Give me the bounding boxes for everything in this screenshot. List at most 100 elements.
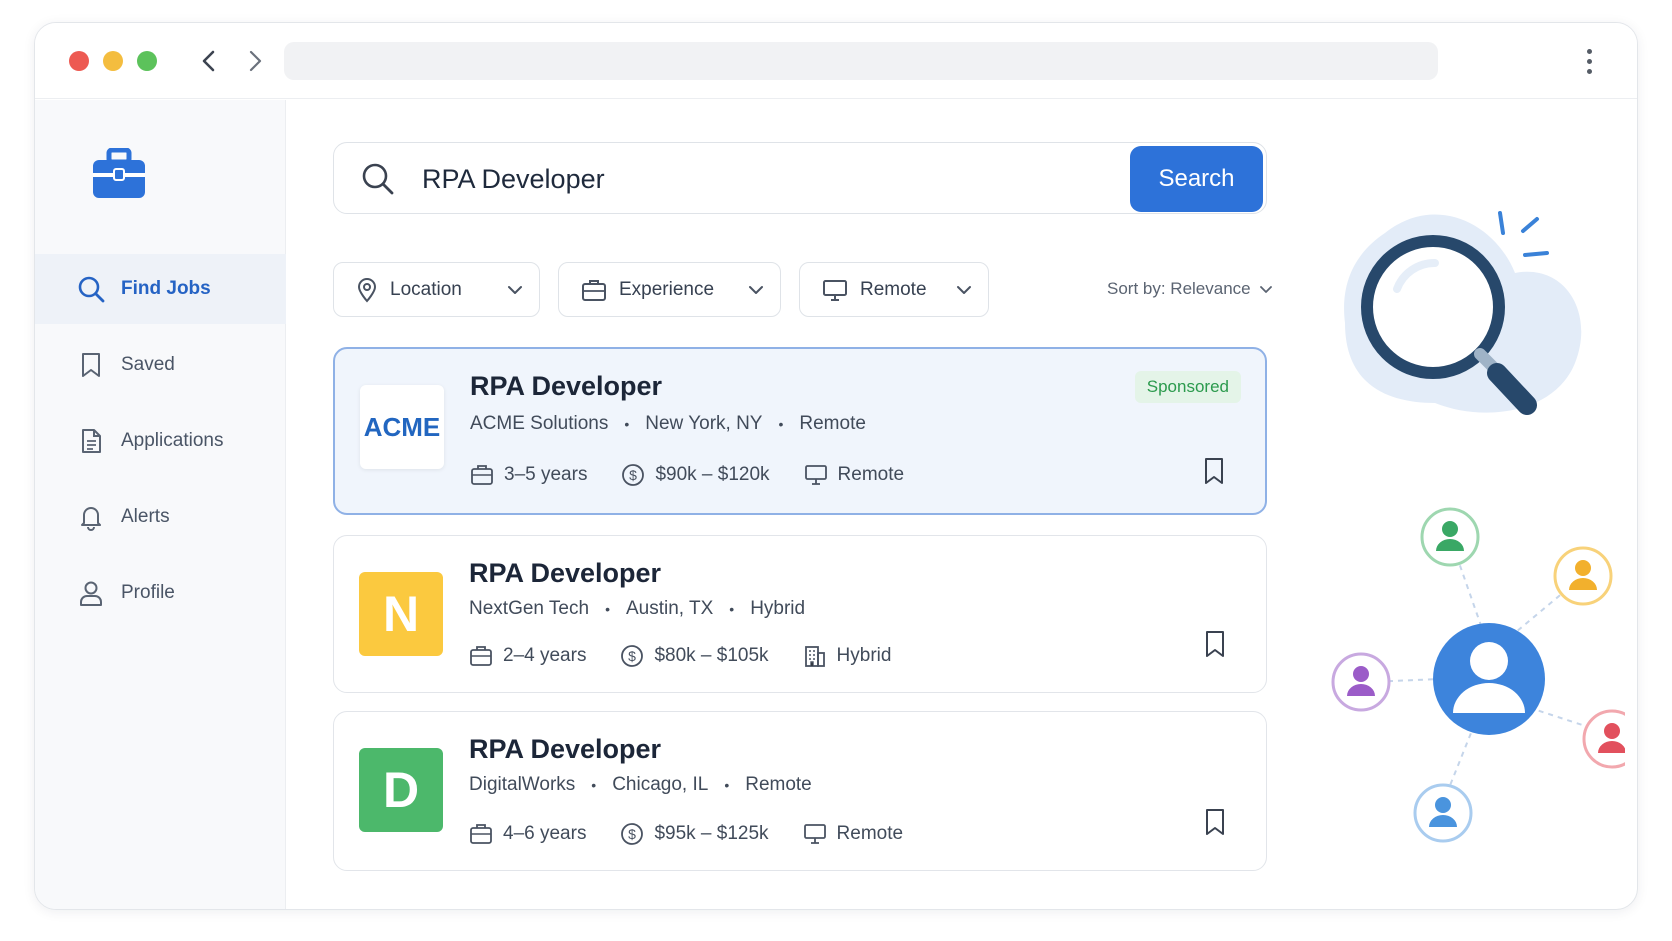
sidebar-item-profile[interactable]: Profile bbox=[35, 558, 286, 628]
dollar-circle-icon: $ bbox=[621, 823, 644, 845]
chevron-down-icon bbox=[508, 285, 522, 294]
salary-detail: $ $80k – $105k bbox=[620, 644, 769, 668]
back-button[interactable] bbox=[195, 47, 223, 75]
experience-detail: 3–5 years bbox=[470, 464, 587, 486]
job-work-mode: Remote bbox=[799, 413, 866, 434]
separator-dot: • bbox=[605, 601, 610, 617]
search-button[interactable]: Search bbox=[1130, 146, 1263, 212]
salary-value: $80k – $105k bbox=[654, 645, 769, 666]
sponsored-badge: Sponsored bbox=[1134, 371, 1241, 403]
minimize-window-button[interactable] bbox=[103, 51, 123, 71]
address-bar[interactable] bbox=[284, 42, 1438, 80]
chevron-down-icon bbox=[749, 285, 763, 294]
browser-titlebar bbox=[35, 23, 1637, 99]
experience-value: 2–4 years bbox=[503, 645, 587, 666]
job-location: Austin, TX bbox=[625, 598, 714, 619]
remote-filter-label: Remote bbox=[860, 278, 927, 300]
avatar-icon-red bbox=[1582, 709, 1625, 769]
salary-detail: $ $95k – $125k bbox=[620, 822, 769, 846]
job-title[interactable]: RPA Developer bbox=[470, 371, 662, 402]
separator-dot: • bbox=[624, 416, 630, 432]
search-bar: Search bbox=[333, 142, 1267, 214]
sidebar-item-alerts[interactable]: Alerts bbox=[35, 482, 286, 552]
job-title[interactable]: RPA Developer bbox=[469, 558, 661, 589]
chevron-down-icon bbox=[1259, 285, 1272, 293]
sidebar-item-label: Profile bbox=[121, 582, 175, 603]
monitor-icon bbox=[803, 824, 826, 844]
mode-value: Remote bbox=[836, 823, 904, 844]
job-title[interactable]: RPA Developer bbox=[469, 734, 661, 765]
bookmark-icon bbox=[82, 353, 100, 377]
document-icon bbox=[82, 429, 101, 453]
location-filter-label: Location bbox=[390, 278, 462, 300]
job-meta: DigitalWorks • Chicago, IL • Remote bbox=[469, 774, 812, 796]
building-icon bbox=[804, 646, 825, 667]
job-work-mode: Hybrid bbox=[750, 598, 806, 619]
bookmark-icon[interactable] bbox=[1204, 808, 1226, 841]
sort-dropdown[interactable]: Sort by: Relevance bbox=[1107, 279, 1273, 299]
svg-text:$: $ bbox=[629, 648, 637, 664]
briefcase-icon bbox=[470, 646, 492, 666]
search-icon bbox=[360, 161, 396, 202]
job-meta: NextGen Tech • Austin, TX • Hybrid bbox=[469, 598, 805, 620]
job-location: Chicago, IL bbox=[612, 774, 709, 795]
job-card[interactable]: N RPA Developer NextGen Tech • Austin, T… bbox=[333, 535, 1267, 693]
mode-detail: Hybrid bbox=[803, 644, 891, 668]
job-details: 3–5 years $ $90k – $120k Remote bbox=[470, 463, 938, 487]
dollar-circle-icon: $ bbox=[622, 464, 645, 486]
close-window-button[interactable] bbox=[69, 51, 89, 71]
sidebar-item-find-jobs[interactable]: Find Jobs bbox=[35, 254, 286, 324]
separator-dot: • bbox=[724, 777, 730, 793]
avatar-icon-yellow bbox=[1553, 546, 1613, 606]
maximize-window-button[interactable] bbox=[137, 51, 157, 71]
location-pin-icon bbox=[357, 277, 377, 303]
svg-text:$: $ bbox=[629, 826, 637, 842]
user-icon bbox=[80, 581, 102, 606]
bookmark-icon[interactable] bbox=[1204, 630, 1226, 663]
location-filter[interactable]: Location bbox=[333, 262, 540, 317]
chevron-left-icon bbox=[202, 50, 215, 72]
job-details: 2–4 years $ $80k – $105k Hybrid bbox=[469, 644, 925, 668]
experience-detail: 4–6 years bbox=[469, 823, 586, 845]
salary-value: $95k – $125k bbox=[654, 823, 769, 844]
avatar-icon-blue bbox=[1413, 783, 1473, 843]
job-card[interactable]: D RPA Developer DigitalWorks • Chicago, … bbox=[333, 711, 1267, 871]
salary-detail: $ $90k – $120k bbox=[621, 463, 770, 487]
remote-filter[interactable]: Remote bbox=[799, 262, 989, 317]
bell-icon bbox=[81, 507, 101, 531]
sidebar-item-label: Saved bbox=[121, 354, 175, 375]
avatar-icon-green bbox=[1420, 507, 1480, 567]
sidebar-item-label: Find Jobs bbox=[121, 278, 211, 299]
bookmark-icon[interactable] bbox=[1203, 457, 1225, 490]
job-details: 4–6 years $ $95k – $125k Remote bbox=[469, 822, 937, 846]
salary-value: $90k – $120k bbox=[655, 464, 770, 485]
sort-label: Sort by: Relevance bbox=[1107, 279, 1251, 298]
company-name: NextGen Tech bbox=[469, 598, 590, 619]
job-card[interactable]: ACME RPA Developer ACME Solutions • New … bbox=[333, 347, 1267, 515]
company-name: ACME Solutions bbox=[470, 413, 609, 434]
job-search-illustration bbox=[1331, 211, 1625, 843]
search-input[interactable] bbox=[422, 157, 1062, 201]
job-work-mode: Remote bbox=[745, 774, 812, 795]
experience-value: 4–6 years bbox=[503, 823, 587, 844]
svg-text:$: $ bbox=[630, 467, 638, 483]
monitor-icon bbox=[823, 279, 847, 301]
monitor-icon bbox=[804, 465, 827, 485]
experience-detail: 2–4 years bbox=[469, 645, 586, 667]
mode-detail: Remote bbox=[804, 464, 904, 486]
company-name: DigitalWorks bbox=[469, 774, 576, 795]
sparkle-lines bbox=[1498, 211, 1549, 257]
sidebar-item-applications[interactable]: Applications bbox=[35, 406, 286, 476]
job-location: New York, NY bbox=[645, 413, 763, 434]
kebab-menu-icon[interactable] bbox=[1577, 45, 1601, 77]
experience-value: 3–5 years bbox=[504, 464, 588, 485]
company-logo: ACME bbox=[360, 385, 444, 469]
dollar-circle-icon: $ bbox=[621, 645, 644, 667]
avatar-icon-purple bbox=[1331, 652, 1391, 712]
forward-button[interactable] bbox=[241, 47, 269, 75]
separator-dot: • bbox=[591, 777, 597, 793]
sidebar-item-saved[interactable]: Saved bbox=[35, 330, 286, 400]
experience-filter-label: Experience bbox=[619, 278, 715, 300]
experience-filter[interactable]: Experience bbox=[558, 262, 781, 317]
browser-window: Find Jobs Saved Applications Alerts Prof… bbox=[34, 22, 1638, 910]
